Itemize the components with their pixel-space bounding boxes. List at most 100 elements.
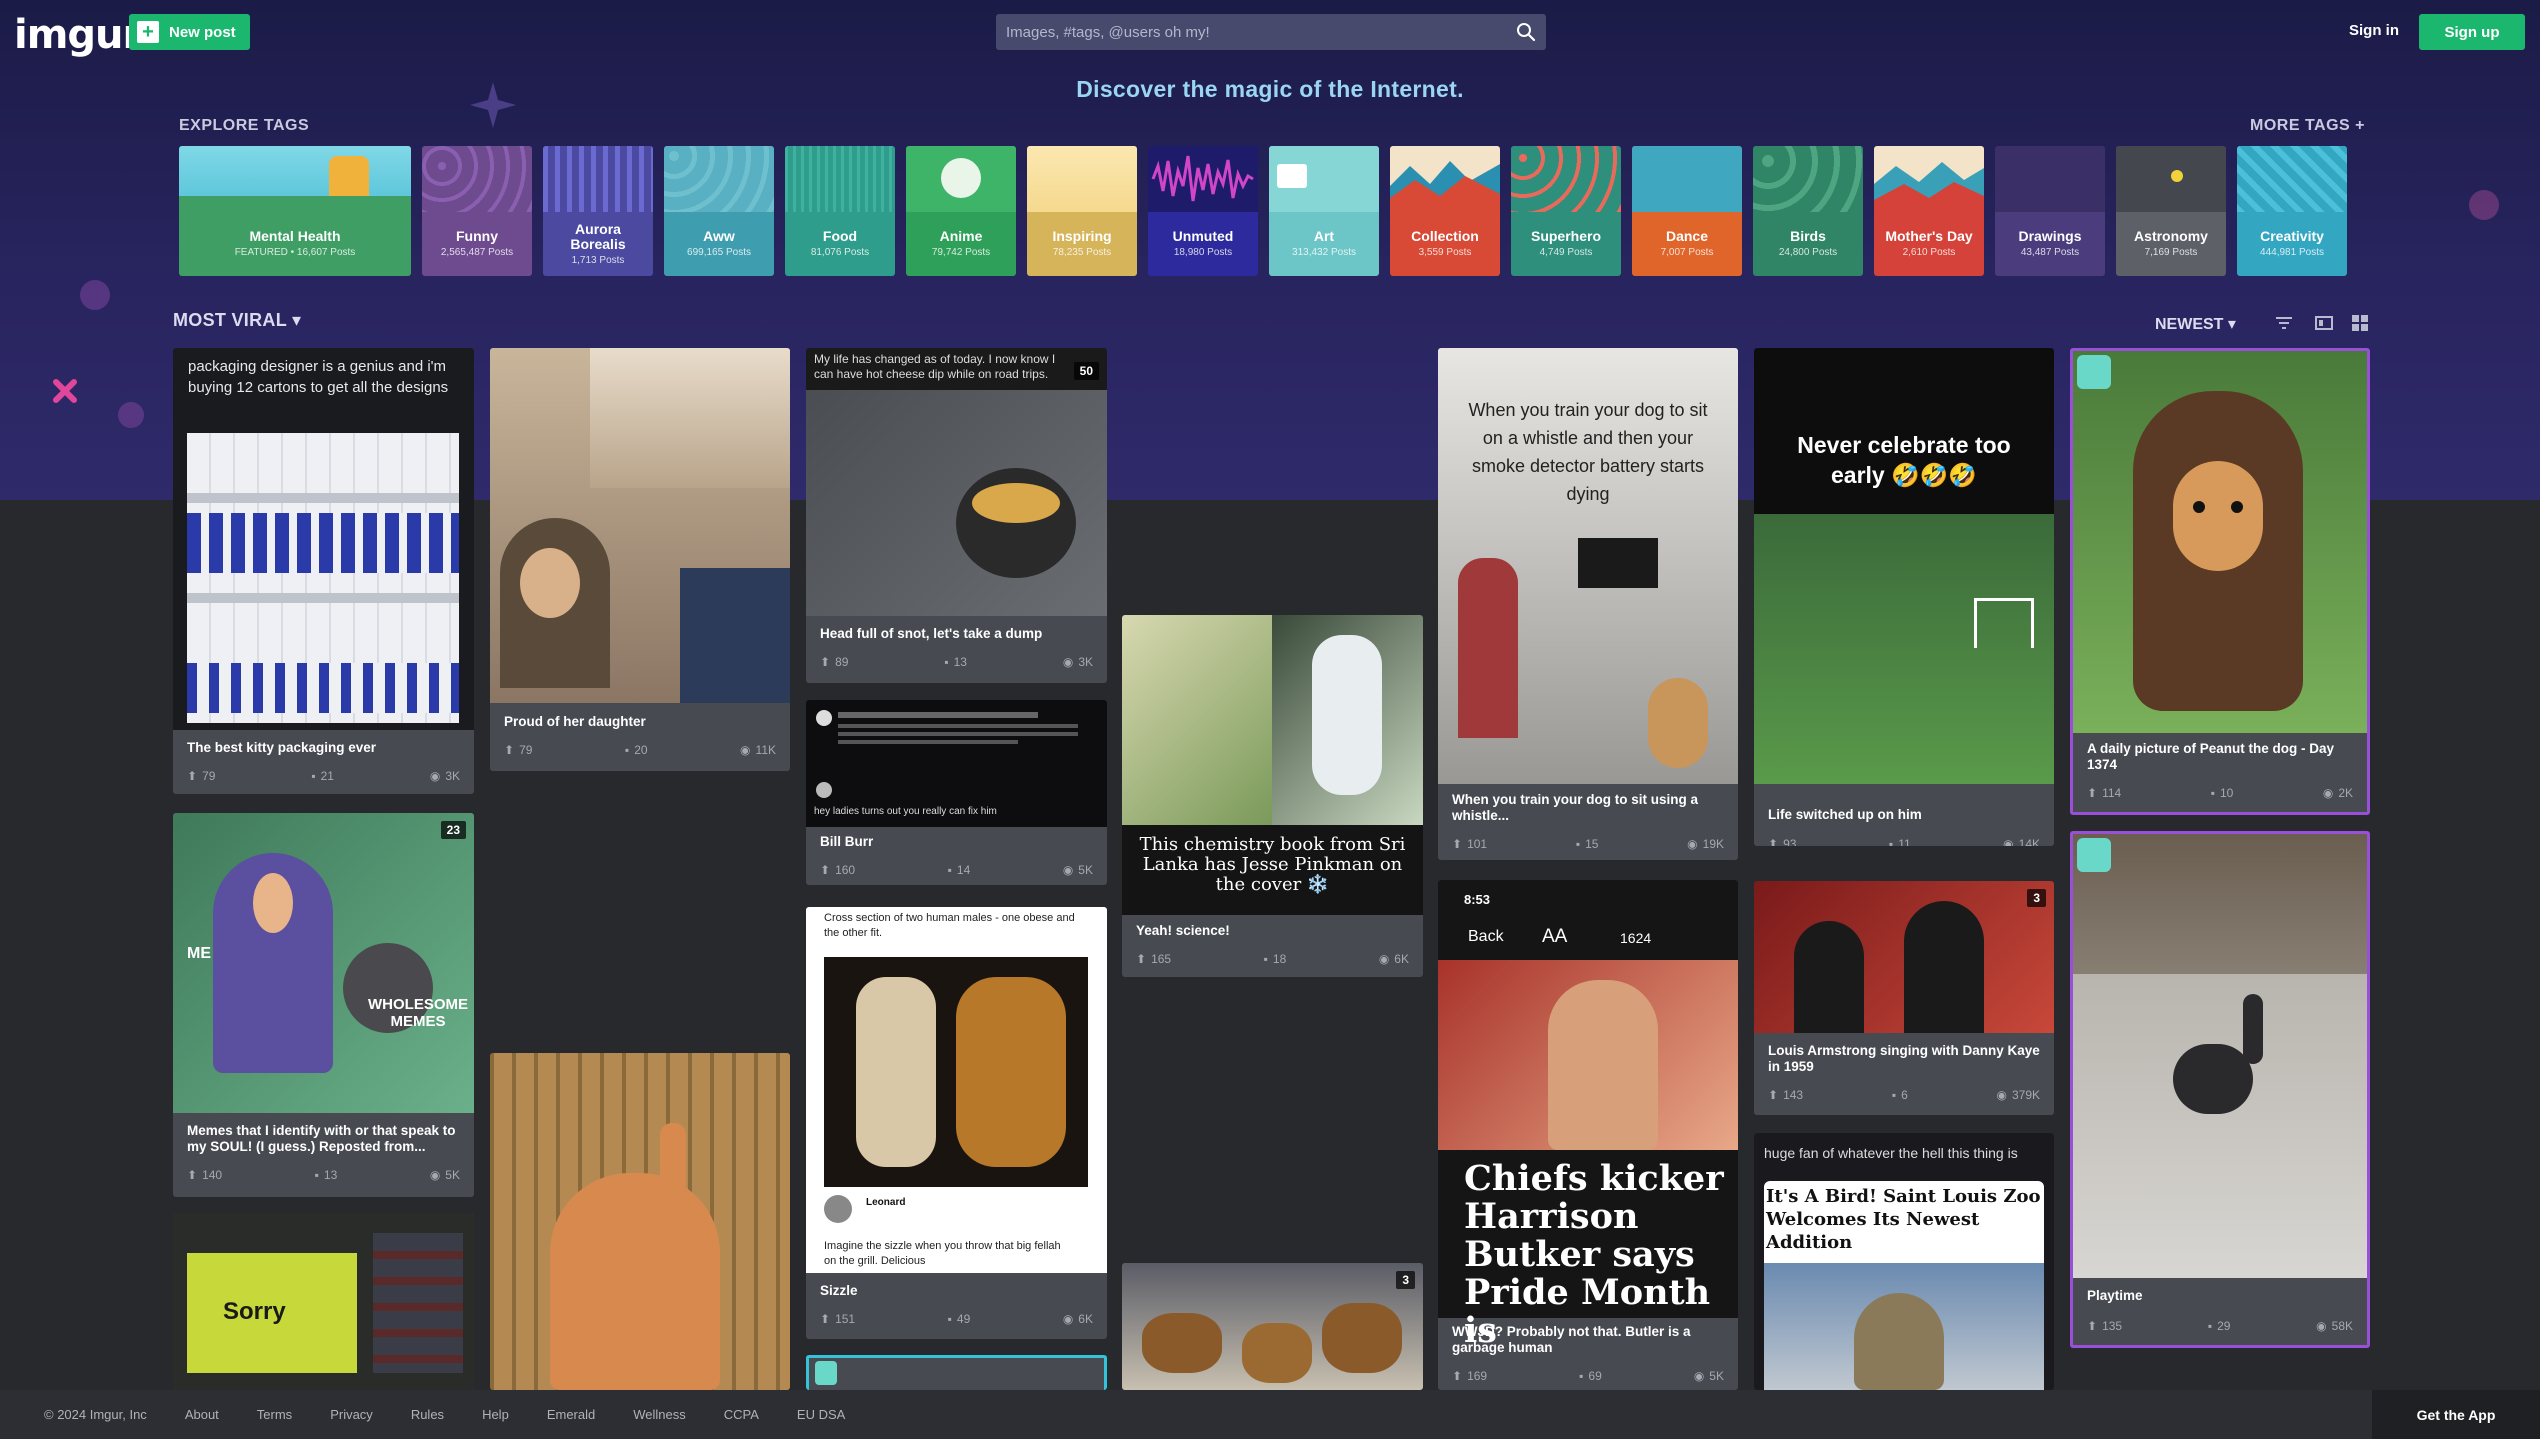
- post-card[interactable]: When you train your dog to sit on a whis…: [1438, 348, 1738, 860]
- search-input[interactable]: [1006, 23, 1516, 41]
- upvote-stat[interactable]: ⬆ 79: [187, 768, 215, 784]
- post-card[interactable]: huge fan of whatever the hell this thing…: [1754, 1133, 2054, 1390]
- arrow-up-icon: ⬆: [1452, 837, 1463, 851]
- sign-text: Sorry: [223, 1298, 286, 1325]
- upvote-stat[interactable]: ⬆ 114: [2087, 785, 2121, 801]
- upvote-stat[interactable]: ⬆ 101: [1452, 836, 1487, 852]
- tag-card[interactable]: Superhero 4,749 Posts: [1511, 146, 1621, 276]
- upvote-stat[interactable]: ⬆ 93: [1768, 836, 1796, 846]
- tag-card[interactable]: Aww 699,165 Posts: [664, 146, 774, 276]
- comment-stat: ▪ 18: [1264, 951, 1287, 967]
- eye-icon: ◉: [1062, 655, 1074, 669]
- post-card[interactable]: 8:53 Back AA 1624 Chiefs kicker Harrison…: [1438, 880, 1738, 1390]
- footer-link-eu-dsa[interactable]: EU DSA: [797, 1407, 845, 1422]
- post-card[interactable]: ME WHOLESOME MEMES 23 Memes that I ident…: [173, 813, 474, 1197]
- footer-link-rules[interactable]: Rules: [411, 1407, 444, 1422]
- arrow-up-icon: ⬆: [820, 863, 831, 877]
- tag-card[interactable]: Astronomy 7,169 Posts: [2116, 146, 2226, 276]
- footer-link-ccpa[interactable]: CCPA: [724, 1407, 759, 1422]
- view-stat: ◉ 5K: [1694, 1368, 1724, 1384]
- new-post-button[interactable]: + New post: [129, 14, 250, 50]
- post-card[interactable]: Cross section of two human males - one o…: [806, 907, 1107, 1339]
- tag-name: Astronomy: [2134, 228, 2208, 244]
- tag-card[interactable]: Drawings 43,487 Posts: [1995, 146, 2105, 276]
- tag-count: 79,742 Posts: [931, 247, 991, 258]
- tag-card[interactable]: Creativity 444,981 Posts: [2237, 146, 2347, 276]
- card-view-icon[interactable]: [2314, 313, 2334, 333]
- arrow-up-icon: ⬆: [2087, 1319, 2098, 1333]
- tag-card[interactable]: Inspiring 78,235 Posts: [1027, 146, 1137, 276]
- upvote-stat[interactable]: ⬆ 143: [1768, 1087, 1803, 1103]
- sort-dropdown[interactable]: MOST VIRAL ▾: [173, 310, 301, 331]
- sign-up-button[interactable]: Sign up: [2419, 14, 2525, 50]
- post-title: A daily picture of Peanut the dog - Day …: [2087, 741, 2335, 772]
- phone-back-button[interactable]: Back: [1468, 928, 1504, 946]
- view-stat: ◉ 2K: [2323, 785, 2353, 801]
- footer-link-wellness[interactable]: Wellness: [633, 1407, 686, 1422]
- footer-link-help[interactable]: Help: [482, 1407, 509, 1422]
- upvote-stat[interactable]: ⬆ 89: [820, 654, 848, 670]
- search-icon[interactable]: [1516, 22, 1536, 42]
- post-card[interactable]: [806, 1355, 1107, 1390]
- upvote-stat[interactable]: ⬆ 169: [1452, 1368, 1487, 1384]
- tag-card[interactable]: Aurora Borealis 1,713 Posts: [543, 146, 653, 276]
- tag-card[interactable]: Mental Health FEATURED • 16,607 Posts: [179, 146, 411, 276]
- tag-card[interactable]: Art 313,432 Posts: [1269, 146, 1379, 276]
- get-the-app-button[interactable]: Get the App: [2372, 1390, 2540, 1439]
- post-stats: ⬆ 93 ▪ 11 ◉ 14K: [1768, 836, 2040, 846]
- upvote-stat[interactable]: ⬆ 165: [1136, 951, 1171, 967]
- tag-name: Collection: [1411, 228, 1479, 244]
- upvote-stat[interactable]: ⬆ 140: [187, 1167, 222, 1183]
- eye-icon: ◉: [1693, 1369, 1705, 1383]
- tag-name: Superhero: [1530, 228, 1601, 244]
- tag-card[interactable]: Funny 2,565,487 Posts: [422, 146, 532, 276]
- meme-label: WHOLESOME MEMES: [368, 996, 468, 1030]
- comment-stat: ▪ 69: [1579, 1368, 1602, 1384]
- tag-card[interactable]: Collection 3,559 Posts: [1390, 146, 1500, 276]
- tag-card[interactable]: Anime 79,742 Posts: [906, 146, 1016, 276]
- comment-stat: ▪ 13: [944, 654, 967, 670]
- sign-in-link[interactable]: Sign in: [2349, 22, 2399, 39]
- footer-link-about[interactable]: About: [185, 1407, 219, 1422]
- footer-link-terms[interactable]: Terms: [257, 1407, 292, 1422]
- footer-link-emerald[interactable]: Emerald: [547, 1407, 595, 1422]
- tag-card[interactable]: Unmuted 18,980 Posts: [1148, 146, 1258, 276]
- grid-view-icon[interactable]: [2350, 313, 2370, 333]
- post-card[interactable]: 3 Louis Armstrong singing with Danny Kay…: [1754, 881, 2054, 1115]
- tag-count: 2,565,487 Posts: [440, 247, 514, 258]
- post-card[interactable]: 3: [1122, 1263, 1423, 1390]
- post-stats: ⬆ 135 ▪ 29 ◉ 58K: [2087, 1318, 2353, 1334]
- tag-name: Aww: [703, 228, 735, 244]
- tag-card[interactable]: Food 81,076 Posts: [785, 146, 895, 276]
- footer-link-privacy[interactable]: Privacy: [330, 1407, 373, 1422]
- tag-card[interactable]: Dance 7,007 Posts: [1632, 146, 1742, 276]
- post-card[interactable]: This chemistry book from Sri Lanka has J…: [1122, 615, 1423, 977]
- upvote-stat[interactable]: ⬆ 135: [2087, 1318, 2122, 1334]
- tag-card[interactable]: Mother's Day 2,610 Posts: [1874, 146, 1984, 276]
- post-card[interactable]: Playtime ⬆ 135 ▪ 29 ◉ 58K: [2070, 831, 2370, 1348]
- post-card[interactable]: My life has changed as of today. I now k…: [806, 348, 1107, 683]
- post-image: [490, 1053, 790, 1390]
- upvote-stat[interactable]: ⬆ 79: [504, 742, 532, 758]
- post-card[interactable]: Sorry: [173, 1213, 474, 1390]
- post-card[interactable]: A daily picture of Peanut the dog - Day …: [2070, 348, 2370, 815]
- text-size-button[interactable]: AA: [1542, 926, 1567, 948]
- imgur-logo[interactable]: imgur: [14, 12, 142, 58]
- upvote-stat[interactable]: ⬆ 151: [820, 1311, 855, 1327]
- post-card[interactable]: hey ladies turns out you really can fix …: [806, 700, 1107, 885]
- order-dropdown[interactable]: NEWEST ▾: [2155, 314, 2236, 334]
- upvote-stat[interactable]: ⬆ 160: [820, 862, 855, 878]
- filter-icon[interactable]: [2274, 313, 2294, 333]
- comment-count: 13: [953, 655, 967, 669]
- more-tags-link[interactable]: MORE TAGS +: [2250, 117, 2365, 135]
- tag-card[interactable]: Birds 24,800 Posts: [1753, 146, 1863, 276]
- post-card[interactable]: Proud of her daughter ⬆ 79 ▪ 20 ◉ 11K: [490, 348, 790, 771]
- search-bar[interactable]: [996, 14, 1546, 50]
- post-card[interactable]: [490, 1053, 790, 1390]
- eye-icon: ◉: [1996, 1088, 2007, 1102]
- post-card[interactable]: Never celebrate too early 🤣🤣🤣 Life switc…: [1754, 348, 2054, 846]
- post-image: huge fan of whatever the hell this thing…: [1754, 1133, 2054, 1390]
- post-card[interactable]: packaging designer is a genius and i'm b…: [173, 348, 474, 794]
- post-image: My life has changed as of today. I now k…: [806, 348, 1107, 616]
- tag-name: Funny: [456, 228, 498, 244]
